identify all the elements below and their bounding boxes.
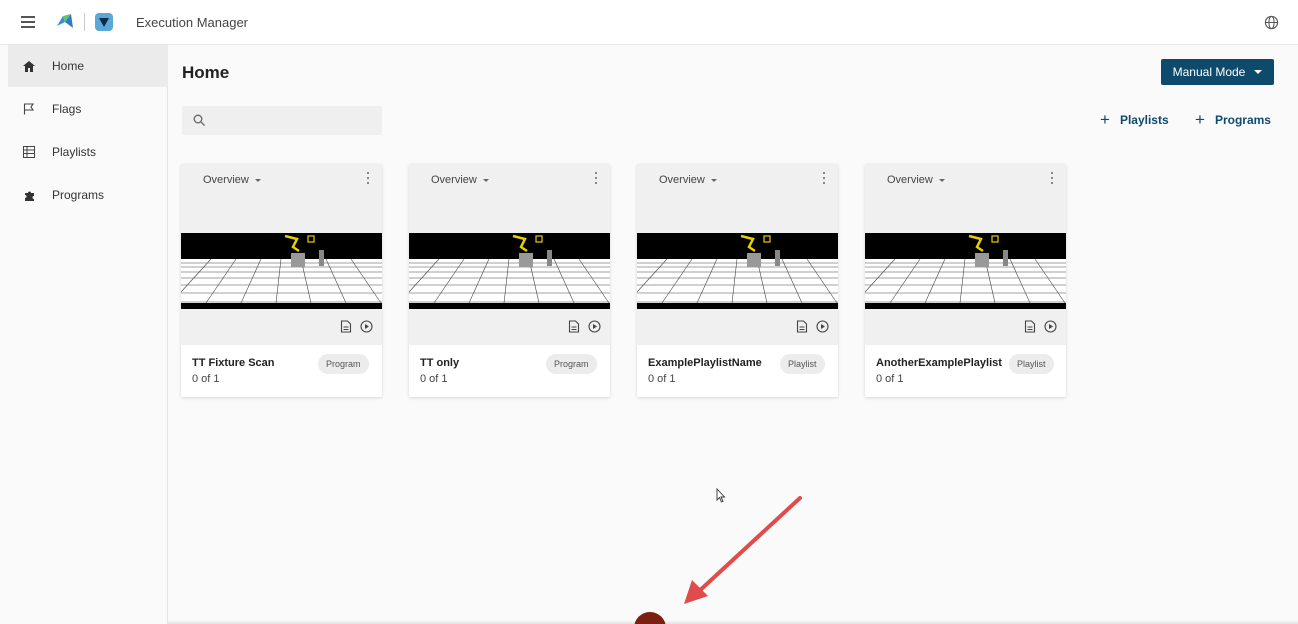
card-preview: Overview <box>637 164 838 345</box>
chevron-down-icon <box>482 178 489 182</box>
play-icon[interactable] <box>588 320 601 333</box>
search-box <box>182 106 382 135</box>
manual-mode-label: Manual Mode <box>1172 65 1246 79</box>
globe-icon[interactable] <box>1264 15 1279 30</box>
card[interactable]: Overview ExamplePlaylistName 0 of 1 Play… <box>637 164 838 397</box>
plus-icon: + <box>1195 110 1205 129</box>
3d-scene-thumbnail <box>865 233 1066 309</box>
view-dropdown-label: Overview <box>887 174 933 186</box>
3d-scene-thumbnail <box>637 233 838 309</box>
play-icon[interactable] <box>1044 320 1057 333</box>
app-logo <box>57 14 73 28</box>
document-icon[interactable] <box>568 320 580 333</box>
add-playlists-label: Playlists <box>1119 113 1169 127</box>
view-dropdown[interactable]: Overview <box>887 174 945 186</box>
plus-icon: + <box>1100 110 1110 129</box>
play-icon[interactable] <box>360 320 373 333</box>
card-count: 0 of 1 <box>192 373 220 385</box>
type-badge: Playlist <box>780 354 825 374</box>
card-count: 0 of 1 <box>420 373 448 385</box>
view-dropdown[interactable]: Overview <box>659 174 717 186</box>
add-programs-label: Programs <box>1214 113 1271 127</box>
chevron-down-icon <box>1254 70 1263 74</box>
more-options-icon[interactable] <box>820 171 828 185</box>
more-options-icon[interactable] <box>364 171 372 185</box>
card[interactable]: Overview TT Fixture Scan 0 of 1 Program <box>181 164 382 397</box>
puzzle-icon <box>22 188 36 202</box>
card-preview: Overview <box>181 164 382 345</box>
flag-icon <box>22 102 36 116</box>
card-count: 0 of 1 <box>876 373 904 385</box>
view-dropdown[interactable]: Overview <box>431 174 489 186</box>
sidebar-item-flags[interactable]: Flags <box>8 88 168 130</box>
logo-divider <box>84 13 85 31</box>
card-actions <box>568 320 601 333</box>
more-options-icon[interactable] <box>592 171 600 185</box>
view-dropdown[interactable]: Overview <box>203 174 261 186</box>
3d-scene-thumbnail <box>181 233 382 309</box>
search-input[interactable] <box>182 106 382 135</box>
top-bar: Execution Manager <box>0 0 1298 45</box>
card-title: AnotherExamplePlaylist <box>876 357 1002 369</box>
product-logo <box>95 13 113 31</box>
view-dropdown-label: Overview <box>431 174 477 186</box>
document-icon[interactable] <box>796 320 808 333</box>
view-dropdown-label: Overview <box>203 174 249 186</box>
playlist-icon <box>22 145 36 159</box>
3d-scene-thumbnail <box>409 233 610 309</box>
type-badge: Playlist <box>1009 354 1054 374</box>
card-preview: Overview <box>865 164 1066 345</box>
sidebar-item-playlists[interactable]: Playlists <box>8 131 168 173</box>
card-actions <box>340 320 373 333</box>
sidebar-item-programs[interactable]: Programs <box>8 174 168 216</box>
type-badge: Program <box>546 354 597 374</box>
play-icon[interactable] <box>816 320 829 333</box>
card[interactable]: Overview TT only 0 of 1 Program <box>409 164 610 397</box>
card-title: TT Fixture Scan <box>192 357 275 369</box>
sidebar: Home Flags Playlists Programs <box>0 45 168 624</box>
card-title: TT only <box>420 357 460 369</box>
sidebar-item-label: Home <box>52 59 85 73</box>
add-playlists-button[interactable]: + Playlists <box>1100 110 1169 129</box>
bottom-bar-edge <box>168 620 1298 624</box>
more-options-icon[interactable] <box>1048 171 1056 185</box>
document-icon[interactable] <box>1024 320 1036 333</box>
card-count: 0 of 1 <box>648 373 676 385</box>
card-preview: Overview <box>409 164 610 345</box>
view-dropdown-label: Overview <box>659 174 705 186</box>
hamburger-icon[interactable] <box>21 16 35 28</box>
sidebar-item-label: Playlists <box>52 145 97 159</box>
annotation-arrow <box>684 496 802 604</box>
app-title: Execution Manager <box>136 15 249 30</box>
document-icon[interactable] <box>340 320 352 333</box>
type-badge: Program <box>318 354 369 374</box>
chevron-down-icon <box>254 178 261 182</box>
card-title: ExamplePlaylistName <box>648 357 762 369</box>
sidebar-item-home[interactable]: Home <box>8 45 168 87</box>
card-actions <box>1024 320 1057 333</box>
add-programs-button[interactable]: + Programs <box>1195 110 1271 129</box>
record-indicator <box>634 612 666 624</box>
chevron-down-icon <box>938 178 945 182</box>
card[interactable]: Overview AnotherExamplePlaylist 0 of 1 P… <box>865 164 1066 397</box>
search-icon <box>193 114 205 126</box>
chevron-down-icon <box>710 178 717 182</box>
sidebar-item-label: Flags <box>52 102 82 116</box>
manual-mode-button[interactable]: Manual Mode <box>1161 59 1274 85</box>
sidebar-item-label: Programs <box>52 188 105 202</box>
home-icon <box>22 59 36 73</box>
page-title: Home <box>182 63 230 82</box>
card-actions <box>796 320 829 333</box>
